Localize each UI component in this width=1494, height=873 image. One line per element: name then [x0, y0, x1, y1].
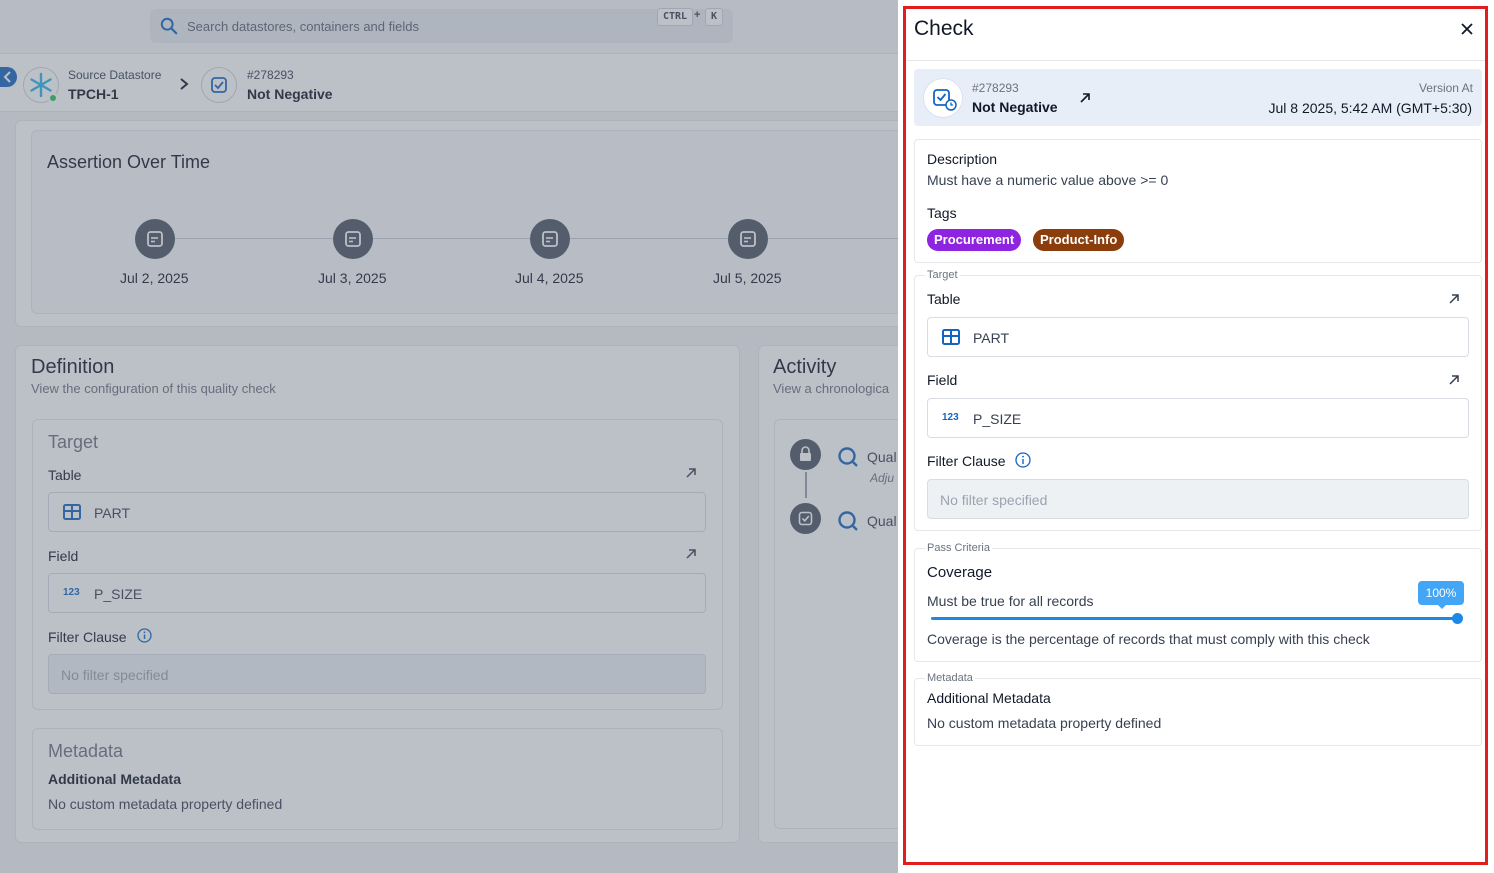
pass-criteria-legend: Pass Criteria	[925, 542, 992, 554]
coverage-slider-track	[931, 617, 1458, 620]
drawer-check-name: Not Negative	[972, 99, 1058, 115]
check-version-avatar	[923, 78, 963, 118]
coverage-help-text: Coverage is the percentage of records th…	[927, 631, 1370, 647]
field-field: 123 P_SIZE	[927, 398, 1469, 438]
filter-clause-field: No filter specified	[927, 479, 1469, 519]
numeric-type-icon: 123	[942, 412, 959, 423]
tag-procurement[interactable]: Procurement	[927, 229, 1022, 251]
info-icon[interactable]	[1015, 452, 1031, 468]
version-date: Jul 8 2025, 5:42 AM (GMT+5:30)	[1268, 100, 1473, 116]
metadata-legend: Metadata	[925, 672, 975, 684]
metadata-section	[914, 678, 1482, 746]
drawer-check-id: #278293	[972, 81, 1019, 95]
tag-product-info[interactable]: Product-Info	[1033, 229, 1125, 251]
open-link-icon[interactable]	[1447, 292, 1461, 306]
field-label: Field	[927, 372, 958, 388]
description-value: Must have a numeric value above >= 0	[927, 172, 1169, 188]
table-label: Table	[927, 291, 961, 307]
check-clock-icon	[933, 89, 957, 111]
open-link-icon[interactable]	[1447, 373, 1461, 387]
target-legend: Target	[925, 269, 960, 281]
tags-label: Tags	[927, 205, 957, 221]
coverage-slider-tooltip: 100%	[1418, 581, 1464, 609]
version-at-label: Version At	[1418, 81, 1473, 95]
metadata-value: No custom metadata property defined	[927, 715, 1162, 731]
drawer-title: Check	[914, 17, 974, 40]
filter-placeholder: No filter specified	[940, 492, 1048, 508]
table-value: PART	[973, 330, 1010, 346]
metadata-label: Additional Metadata	[927, 690, 1051, 706]
close-icon[interactable]	[1458, 20, 1476, 38]
drawer-divider	[906, 60, 1486, 61]
coverage-slider-handle	[1452, 613, 1463, 624]
open-link-icon[interactable]	[1078, 91, 1092, 105]
coverage-label: Coverage	[927, 564, 993, 581]
table-field: PART	[927, 317, 1469, 357]
check-version-card	[914, 69, 1482, 126]
coverage-description: Must be true for all records	[927, 593, 1094, 609]
field-value: P_SIZE	[973, 411, 1022, 427]
description-label: Description	[927, 151, 998, 167]
filter-clause-label: Filter Clause	[927, 453, 1006, 469]
table-icon	[942, 329, 960, 345]
modal-backdrop[interactable]	[0, 0, 898, 873]
